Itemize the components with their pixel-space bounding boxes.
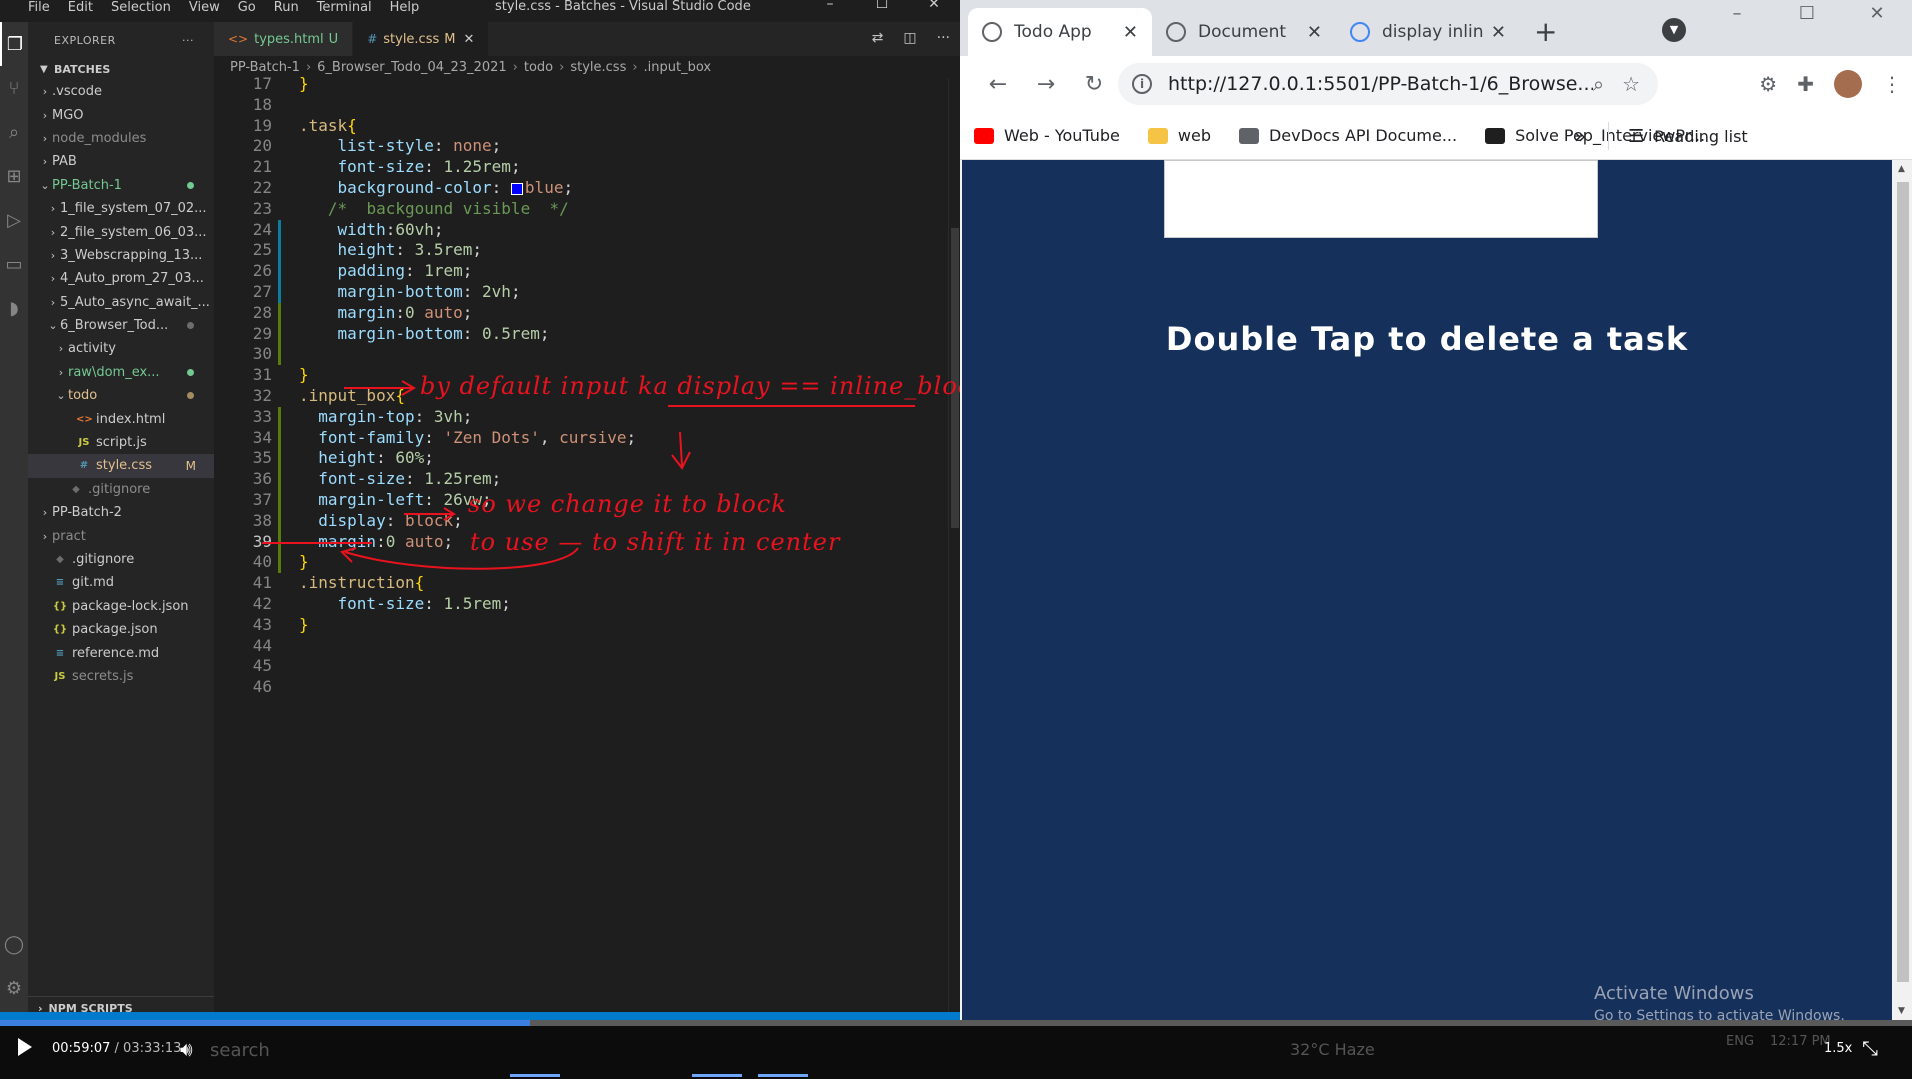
taskbar-time-ghost: 12:17 PM <box>1770 1034 1831 1049</box>
browser-tab[interactable]: Document ✕ <box>1152 8 1336 56</box>
kebab-menu-icon[interactable]: ⋮ <box>1882 72 1902 96</box>
page-scrollbar[interactable]: ▲ ▼ <box>1894 160 1912 1020</box>
browser-window-controls: – ☐ ✕ <box>1702 0 1912 28</box>
address-bar[interactable]: i http://127.0.0.1:5501/PP-Batch-1/6_Bro… <box>1118 63 1658 105</box>
browser-tab-label: Document <box>1198 22 1287 42</box>
new-tab-icon[interactable]: + <box>1534 8 1557 56</box>
bookmarks-bar: Web - YouTube web DevDocs API Docume... Sol… <box>960 112 1912 160</box>
site-info-icon[interactable]: i <box>1132 74 1152 94</box>
bookmark-item[interactable]: DevDocs API Docume... <box>1238 126 1458 145</box>
vscode-window: File Edit Selection View Go Run Terminal Help s… <box>0 0 987 1020</box>
page-scrollbar-thumb[interactable] <box>1897 182 1909 982</box>
time-separator: / <box>110 1041 124 1056</box>
extension-gear-icon[interactable]: ⚙ <box>1759 72 1777 96</box>
reading-list-label: Reading list <box>1654 126 1748 146</box>
bookmark-star-icon[interactable]: ☆ <box>1622 72 1640 96</box>
browser-tab[interactable]: Todo App ✕ <box>968 8 1152 56</box>
video-player-bar <box>0 1020 1912 1079</box>
play-button[interactable] <box>18 1038 32 1056</box>
back-icon[interactable]: ← <box>974 72 1022 97</box>
toolbar-right: ⚙ ✚ ⋮ <box>1759 70 1902 98</box>
globe-icon <box>982 22 1002 42</box>
close-icon[interactable]: ✕ <box>1842 0 1912 28</box>
tab-search-icon[interactable]: ▼ <box>1662 18 1686 42</box>
time-display: 00:59:07 / 03:33:13 <box>52 1041 181 1056</box>
bookmark-label: Web - YouTube <box>1004 126 1120 145</box>
bookmark-item[interactable]: web <box>1147 126 1211 145</box>
reload-icon[interactable]: ↻ <box>1070 72 1118 97</box>
close-tab-icon[interactable]: ✕ <box>1307 22 1322 43</box>
close-tab-icon[interactable]: ✕ <box>1491 22 1506 43</box>
taskbar-indicator <box>510 1074 560 1077</box>
url-text[interactable]: http://127.0.0.1:5501/PP-Batch-1/6_Brows… <box>1168 73 1593 95</box>
forward-icon[interactable]: → <box>1022 72 1070 97</box>
browser-tab-label: display inlin <box>1382 22 1483 42</box>
activate-windows-sub: Go to Settings to activate Windows. <box>1594 1008 1845 1020</box>
instruction-text: Double Tap to delete a task <box>1165 320 1689 358</box>
page-viewport: Double Tap to delete a task Activate Win… <box>962 160 1892 1020</box>
bookmark-label: DevDocs API Docume... <box>1268 126 1458 145</box>
scroll-up-icon[interactable]: ▲ <box>1898 164 1905 174</box>
volume-icon[interactable]: 🔊︎ <box>180 1037 193 1061</box>
browser-tab-label: Todo App <box>1014 22 1092 42</box>
task-input[interactable] <box>1164 160 1598 238</box>
zoom-icon[interactable]: ⌕ <box>1593 72 1604 96</box>
bookmarks-overflow-icon[interactable]: » <box>1574 124 1586 148</box>
extensions-puzzle-icon[interactable]: ✚ <box>1797 72 1814 96</box>
devdocs-icon <box>1238 127 1259 144</box>
activate-windows-title: Activate Windows <box>1594 983 1754 1004</box>
taskbar-lang-ghost: ENG <box>1726 1034 1755 1049</box>
scroll-down-icon[interactable]: ▼ <box>1898 1006 1905 1016</box>
browser-toolbar: ← → ↻ i http://127.0.0.1:5501/PP-Batch-1… <box>960 56 1912 112</box>
taskbar-indicator <box>692 1074 742 1077</box>
hackerrank-icon <box>1485 127 1506 144</box>
reading-list-icon: ☰ <box>1628 125 1645 147</box>
annotation-arrows <box>262 380 915 570</box>
bookmarks-divider <box>1608 122 1609 150</box>
bookmark-label: web <box>1177 126 1211 145</box>
taskbar-weather-ghost: 32°C Haze <box>1290 1040 1375 1059</box>
browser-tab[interactable]: display inlin ✕ <box>1336 8 1520 56</box>
taskbar-indicator <box>758 1074 808 1077</box>
seek-progress <box>0 1020 530 1026</box>
minimize-icon[interactable]: – <box>1702 0 1772 28</box>
taskbar-search-ghost: search <box>210 1040 270 1061</box>
time-current: 00:59:07 <box>52 1041 111 1056</box>
reading-list-button[interactable]: ☰ Reading list <box>1628 112 1748 160</box>
profile-avatar[interactable] <box>1834 70 1862 98</box>
folder-icon <box>1147 127 1168 144</box>
maximize-icon[interactable]: ☐ <box>1772 0 1842 28</box>
globe-icon <box>1166 22 1186 42</box>
play-icon <box>18 1038 32 1056</box>
screen: File Edit Selection View Go Run Terminal Help s… <box>0 0 1912 1079</box>
speed-button[interactable]: 1.5x <box>1824 1041 1852 1056</box>
google-icon <box>1350 22 1370 42</box>
youtube-icon <box>974 127 994 144</box>
bookmark-item[interactable]: Web - YouTube <box>974 126 1120 145</box>
close-tab-icon[interactable]: ✕ <box>1123 22 1138 43</box>
seek-bar[interactable] <box>0 1020 1912 1026</box>
chrome-window: Todo App ✕ Document ✕ display inlin ✕ + ▼ – ☐ ✕… <box>960 0 1912 1020</box>
fullscreen-exit-icon[interactable]: ⤡ <box>1862 1036 1878 1060</box>
time-total: 03:33:13 <box>123 1041 182 1056</box>
browser-tab-strip: Todo App ✕ Document ✕ display inlin ✕ + ▼ – ☐ ✕ <box>960 0 1912 56</box>
